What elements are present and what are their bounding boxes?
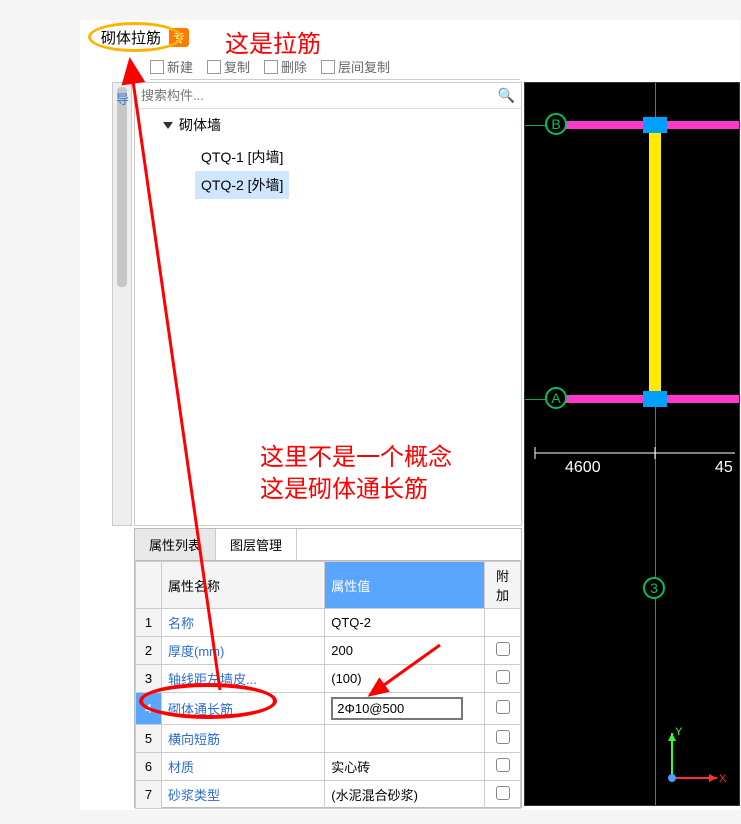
table-row[interactable]: 6 材质 实心砖 [136, 753, 521, 781]
toolbar-copy[interactable]: 复制 [207, 58, 250, 75]
prop-value-cell[interactable] [325, 725, 485, 753]
header-blank [136, 562, 162, 609]
axis-label-a: A [545, 387, 567, 409]
table-row[interactable]: 5 横向短筋 [136, 725, 521, 753]
table-row[interactable]: 1 名称 QTQ-2 [136, 609, 521, 637]
checkbox[interactable] [496, 730, 510, 744]
prop-value-cell-editing[interactable]: 2Φ10@500 [325, 693, 485, 725]
copy-icon [207, 60, 221, 74]
table-row[interactable]: 7 砂浆类型 (水泥混合砂浆) [136, 781, 521, 809]
tree-children: QTQ-1 [内墙] QTQ-2 [外墙] [163, 143, 521, 199]
tree-root-wall[interactable]: 砌体墙 [163, 115, 521, 135]
axis-label-b: B [545, 113, 567, 135]
prop-name-cell[interactable]: 材质 [168, 760, 194, 775]
prop-name-cell[interactable]: 名称 [168, 616, 194, 631]
header-value: 属性值 [325, 562, 485, 609]
annotation-text-1: 这是拉筋 [225, 24, 321, 59]
property-table: 属性名称 属性值 附加 1 名称 QTQ-2 2 厚度(mm) 200 3 轴线… [135, 561, 521, 809]
header-extra: 附加 [485, 562, 521, 609]
axis-x-label: X [719, 773, 727, 785]
prop-name-cell[interactable]: 轴线距左墙皮... [168, 672, 257, 687]
search-row: 🔍 [135, 83, 521, 109]
tab-property-list[interactable]: 属性列表 [135, 529, 216, 560]
axis-3d-widget[interactable]: X Y [657, 723, 727, 793]
axis-y-label: Y [675, 726, 683, 738]
toolbar-between[interactable]: 层间复制 [321, 58, 390, 75]
prop-name-cell[interactable]: 横向短筋 [168, 732, 220, 747]
checkbox[interactable] [496, 700, 510, 714]
axis-label-3: 3 [643, 577, 665, 599]
wall-vertical[interactable] [649, 125, 661, 401]
search-input[interactable] [141, 88, 498, 103]
toolbar-new[interactable]: 新建 [150, 58, 193, 75]
property-tabs: 属性列表 图层管理 [135, 529, 521, 561]
tree-item-qtq1[interactable]: QTQ-1 [内墙] [195, 143, 521, 171]
between-icon [321, 60, 335, 74]
tree-root-label: 砌体墙 [179, 115, 221, 135]
delete-icon [264, 60, 278, 74]
dimension-line [525, 443, 740, 463]
tree-item-qtq2[interactable]: QTQ-2 [外墙] [195, 171, 289, 199]
prop-name-cell[interactable]: 砌体通长筋 [168, 702, 233, 717]
checkbox[interactable] [496, 642, 510, 656]
prop-value-cell[interactable]: (100) [325, 665, 485, 693]
column-node-b[interactable] [643, 117, 667, 133]
component-tree: 砌体墙 QTQ-1 [内墙] QTQ-2 [外墙] [135, 109, 521, 199]
tab-layer-manage[interactable]: 图层管理 [216, 529, 297, 560]
search-icon[interactable]: 🔍 [498, 87, 515, 104]
property-panel: 属性列表 图层管理 属性名称 属性值 附加 1 名称 QTQ-2 2 厚度(mm… [134, 528, 522, 808]
table-row[interactable]: 3 轴线距左墙皮... (100) [136, 665, 521, 693]
header-name: 属性名称 [162, 562, 325, 609]
annotation-text-2: 这里不是一个概念 这是砌体通长筋 [260, 442, 452, 506]
property-header-row: 属性名称 属性值 附加 [136, 562, 521, 609]
prop-value-cell[interactable]: QTQ-2 [325, 609, 485, 637]
sidebar-label: 导 [116, 89, 129, 108]
checkbox[interactable] [496, 786, 510, 800]
checkbox[interactable] [496, 670, 510, 684]
prop-name-cell[interactable]: 厚度(mm) [168, 644, 224, 659]
prop-name-cell[interactable]: 砂浆类型 [168, 788, 220, 803]
prop-value-cell[interactable]: (水泥混合砂浆) [325, 781, 485, 809]
collapsed-sidebar[interactable]: 导 [112, 82, 132, 526]
toolbar-delete[interactable]: 删除 [264, 58, 307, 75]
new-icon [150, 60, 164, 74]
table-row-selected[interactable]: 4 砌体通长筋 2Φ10@500 [136, 693, 521, 725]
prop-value-cell[interactable]: 实心砖 [325, 753, 485, 781]
annotation-circle-top [88, 22, 182, 52]
drawing-viewport[interactable]: B A 3 4600 45 X Y [524, 82, 740, 806]
prop-value-cell[interactable]: 200 [325, 637, 485, 665]
chevron-down-icon [163, 122, 173, 129]
checkbox[interactable] [496, 758, 510, 772]
component-toolbar: 新建 复制 删除 层间复制 [150, 58, 520, 80]
column-node-a[interactable] [643, 391, 667, 407]
table-row[interactable]: 2 厚度(mm) 200 [136, 637, 521, 665]
sidebar-scrollbar[interactable] [117, 87, 127, 287]
